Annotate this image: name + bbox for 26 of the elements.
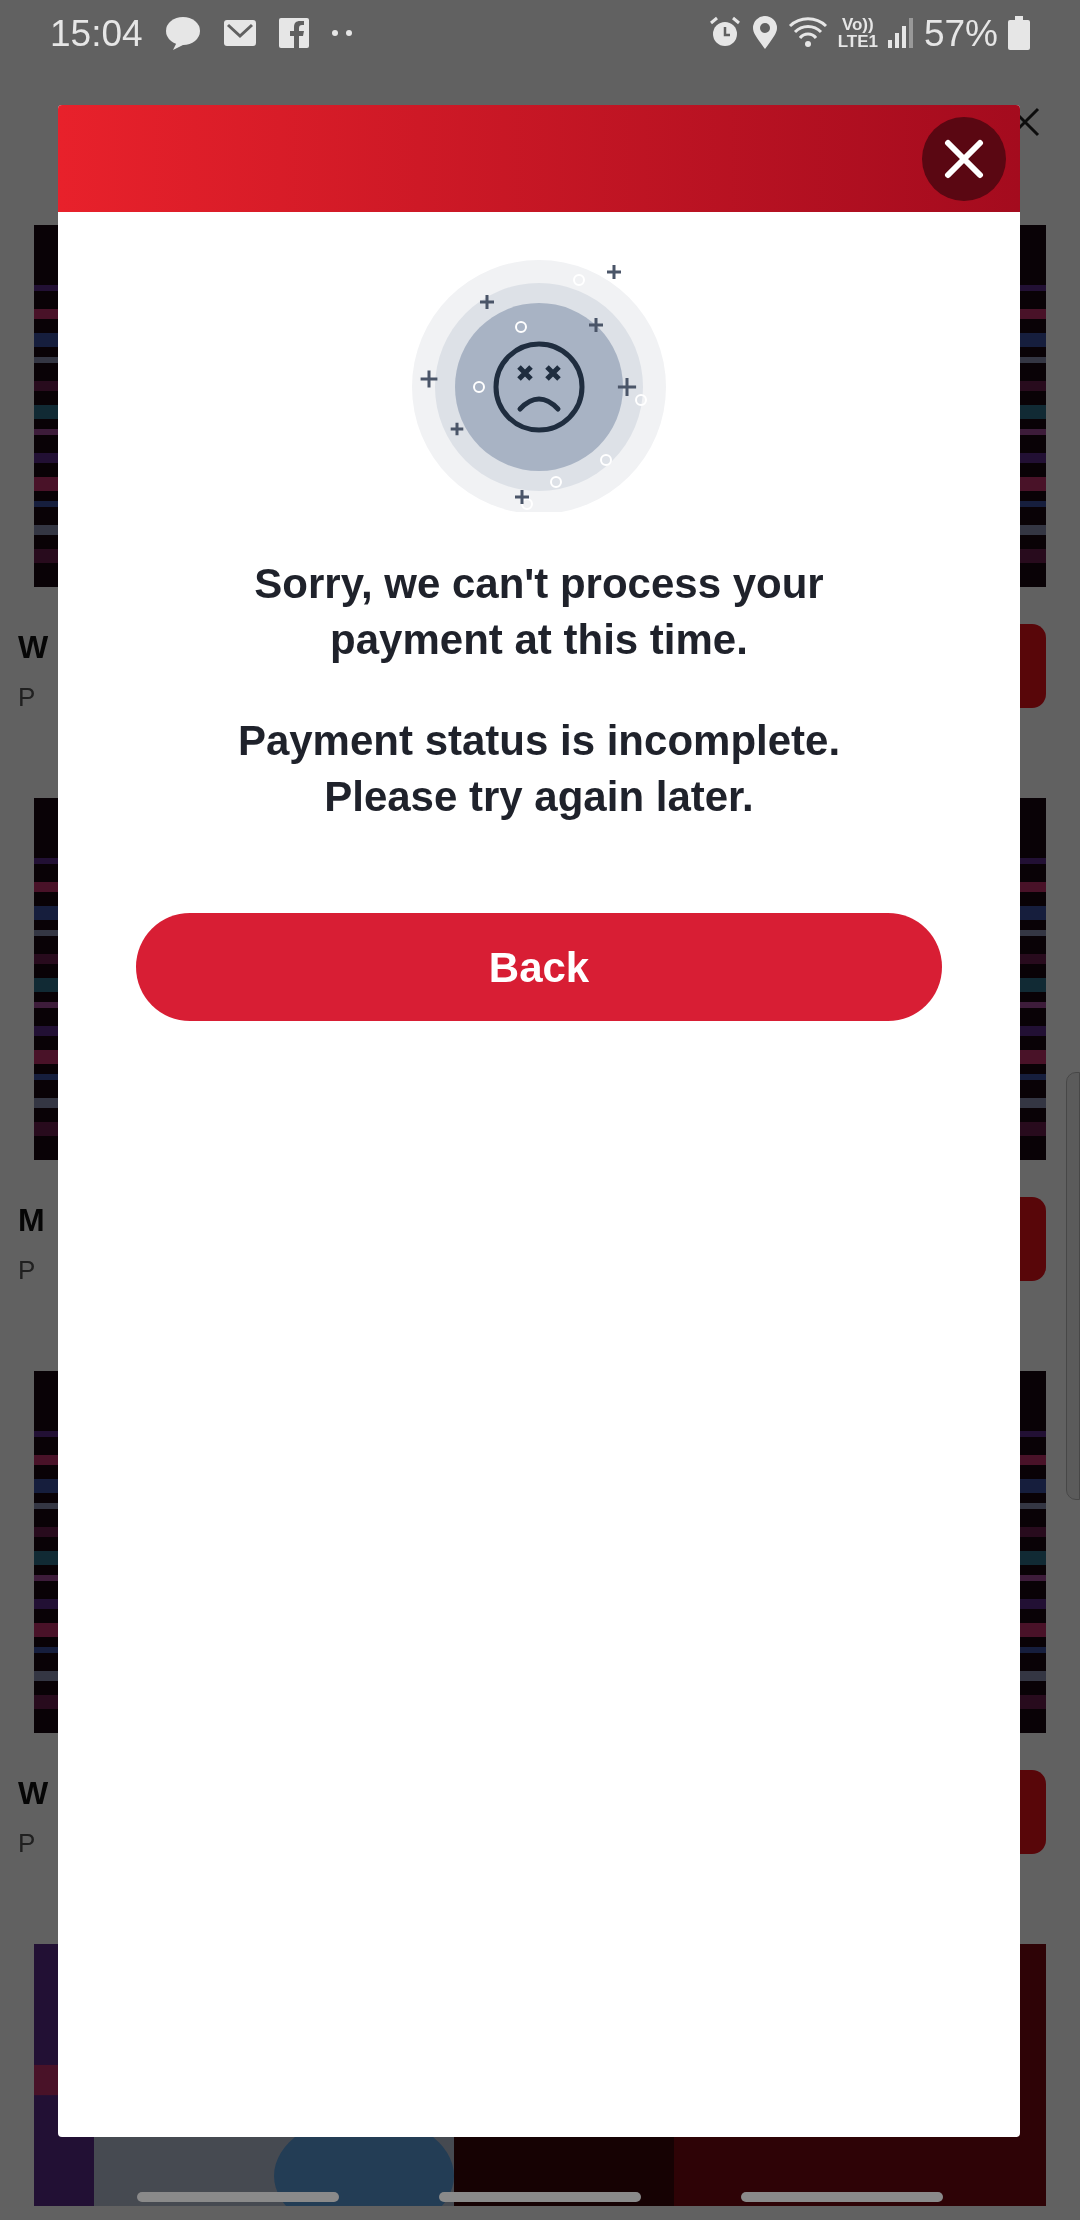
item-subtitle: P: [18, 681, 37, 714]
back-button[interactable]: Back: [136, 913, 942, 1021]
nav-bar-handle[interactable]: [741, 2192, 943, 2202]
more-icon: [330, 29, 353, 37]
nav-bar-handle[interactable]: [137, 2192, 339, 2202]
clock: 15:04: [50, 14, 143, 52]
chat-bubble-icon: [164, 16, 201, 50]
item-subtitle: P: [18, 1254, 37, 1287]
item-title: W: [18, 628, 49, 667]
wifi-icon: [787, 16, 828, 50]
nav-bar-handle[interactable]: [439, 2192, 641, 2202]
item-title: W: [18, 1774, 49, 1813]
facebook-icon: [278, 18, 309, 48]
scroll-handle[interactable]: [1066, 1072, 1080, 1500]
network-type-label: LTE1: [837, 33, 878, 50]
item-subtitle: P: [18, 1827, 37, 1860]
close-icon: [944, 138, 984, 179]
signal-icon: [887, 18, 914, 48]
location-icon: [751, 16, 778, 50]
battery-icon: [1008, 16, 1030, 50]
battery-percentage: 57%: [923, 14, 998, 52]
error-message: Sorry, we can't process your payment at this time.: [254, 559, 824, 665]
mail-icon: [222, 19, 257, 47]
volte-label: Vo)): [841, 16, 874, 33]
item-title: M: [18, 1201, 45, 1240]
error-detail: Payment status is incomplete. Please try again later.: [237, 716, 841, 822]
